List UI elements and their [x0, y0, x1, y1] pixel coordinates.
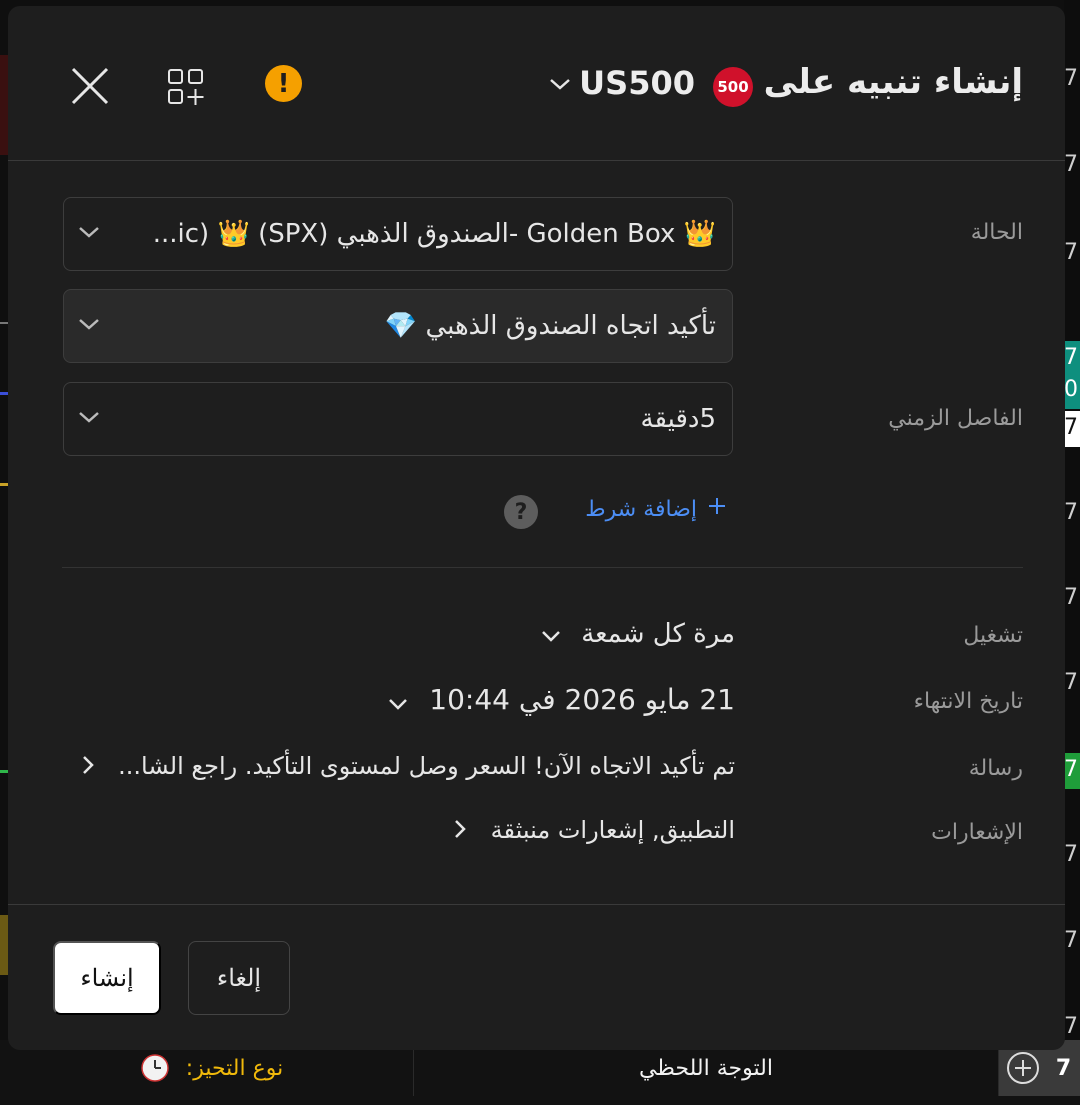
chevron-down-icon: [78, 409, 100, 428]
condition2-select[interactable]: تأكيد اتجاه الصندوق الذهبي 💎: [63, 289, 733, 363]
interval-value: 5دقيقة: [640, 404, 717, 434]
symbol-badge: 500: [713, 67, 753, 107]
condition-select[interactable]: 👑 Golden Box -الصندوق الذهبي (SPX) 👑 (ic…: [63, 197, 733, 271]
price-tag-white-label: 7: [1064, 415, 1078, 440]
chevron-down-icon: [541, 620, 561, 650]
interval-label: الفاصل الزمني: [888, 406, 1023, 431]
momentum-label: التوجة اللحظي: [639, 1055, 773, 1081]
warning-icon[interactable]: !: [265, 65, 302, 102]
interval-select[interactable]: 5دقيقة: [63, 382, 733, 456]
expiry-label: تاريخ الانتهاء: [913, 689, 1023, 714]
message-row[interactable]: تم تأكيد الاتجاه الآن! السعر وصل لمستوى …: [81, 752, 735, 781]
trigger-dropdown[interactable]: مرة كل شمعة: [541, 619, 735, 650]
add-condition-label: إضافة شرط: [585, 496, 697, 522]
footer-divider: [8, 904, 1065, 905]
bias-type-label: نوع التحيز:: [185, 1055, 284, 1081]
notifications-row[interactable]: التطبيق, إشعارات منبثقة: [453, 816, 735, 845]
trigger-value: مرة كل شمعة: [581, 619, 735, 649]
price-tick: 7: [1064, 500, 1078, 525]
clock-icon: [140, 1053, 170, 1083]
chevron-down-icon: [388, 685, 408, 718]
chevron-right-icon: [81, 753, 95, 781]
chevron-down-icon: [78, 224, 100, 243]
plus-icon: [707, 496, 727, 522]
price-tick: 7: [1064, 66, 1078, 91]
price-tick: 7: [1064, 928, 1078, 953]
price-tick: 7: [1064, 842, 1078, 867]
price-tick: 7: [1064, 670, 1078, 695]
condition-value: 👑 Golden Box -الصندوق الذهبي (SPX) 👑 (ic…: [152, 219, 716, 249]
chevron-right-icon: [453, 817, 467, 845]
add-condition-link[interactable]: إضافة شرط: [585, 496, 727, 522]
message-label: رسالة: [968, 756, 1023, 781]
expiry-value: 21 مايو 2026 في 10:44: [429, 683, 735, 716]
condition2-value: تأكيد اتجاه الصندوق الذهبي 💎: [384, 311, 716, 341]
price-tick: 7: [1064, 152, 1078, 177]
section-divider: [62, 567, 1023, 568]
help-icon[interactable]: ?: [504, 495, 538, 529]
price-tag-green-label: 0: [1064, 377, 1078, 402]
message-value: تم تأكيد الاتجاه الآن! السعر وصل لمستوى …: [118, 752, 735, 780]
cancel-button[interactable]: إلغاء: [188, 941, 290, 1015]
condition-label: الحالة: [970, 220, 1023, 245]
notifications-label: الإشعارات: [931, 820, 1023, 845]
create-alert-dialog: إنشاء تنبيه على 500 US500 ! الحالة 👑 Gol…: [8, 6, 1065, 1050]
price-tick: 7: [1064, 240, 1078, 265]
trigger-label: تشغيل: [963, 623, 1023, 648]
price-tag-green-label: 7: [1064, 757, 1078, 782]
price-tag-green-label: 7: [1064, 345, 1078, 370]
price-tick: 7: [1064, 585, 1078, 610]
close-icon[interactable]: [70, 66, 110, 110]
symbol-selector[interactable]: US500: [579, 64, 695, 102]
add-widget-icon[interactable]: [166, 67, 206, 111]
chevron-down-icon: [78, 316, 100, 335]
dialog-title: إنشاء تنبيه على: [763, 62, 1023, 102]
dialog-header: إنشاء تنبيه على 500 US500 !: [8, 6, 1065, 161]
create-button[interactable]: إنشاء: [53, 941, 161, 1015]
bottom-price-tag-label: 7: [1055, 1055, 1072, 1081]
chevron-down-icon[interactable]: [548, 76, 572, 96]
price-tick: 7: [1064, 1014, 1078, 1039]
notifications-value: التطبيق, إشعارات منبثقة: [490, 816, 735, 844]
expiry-dropdown[interactable]: 21 مايو 2026 في 10:44: [388, 683, 735, 718]
